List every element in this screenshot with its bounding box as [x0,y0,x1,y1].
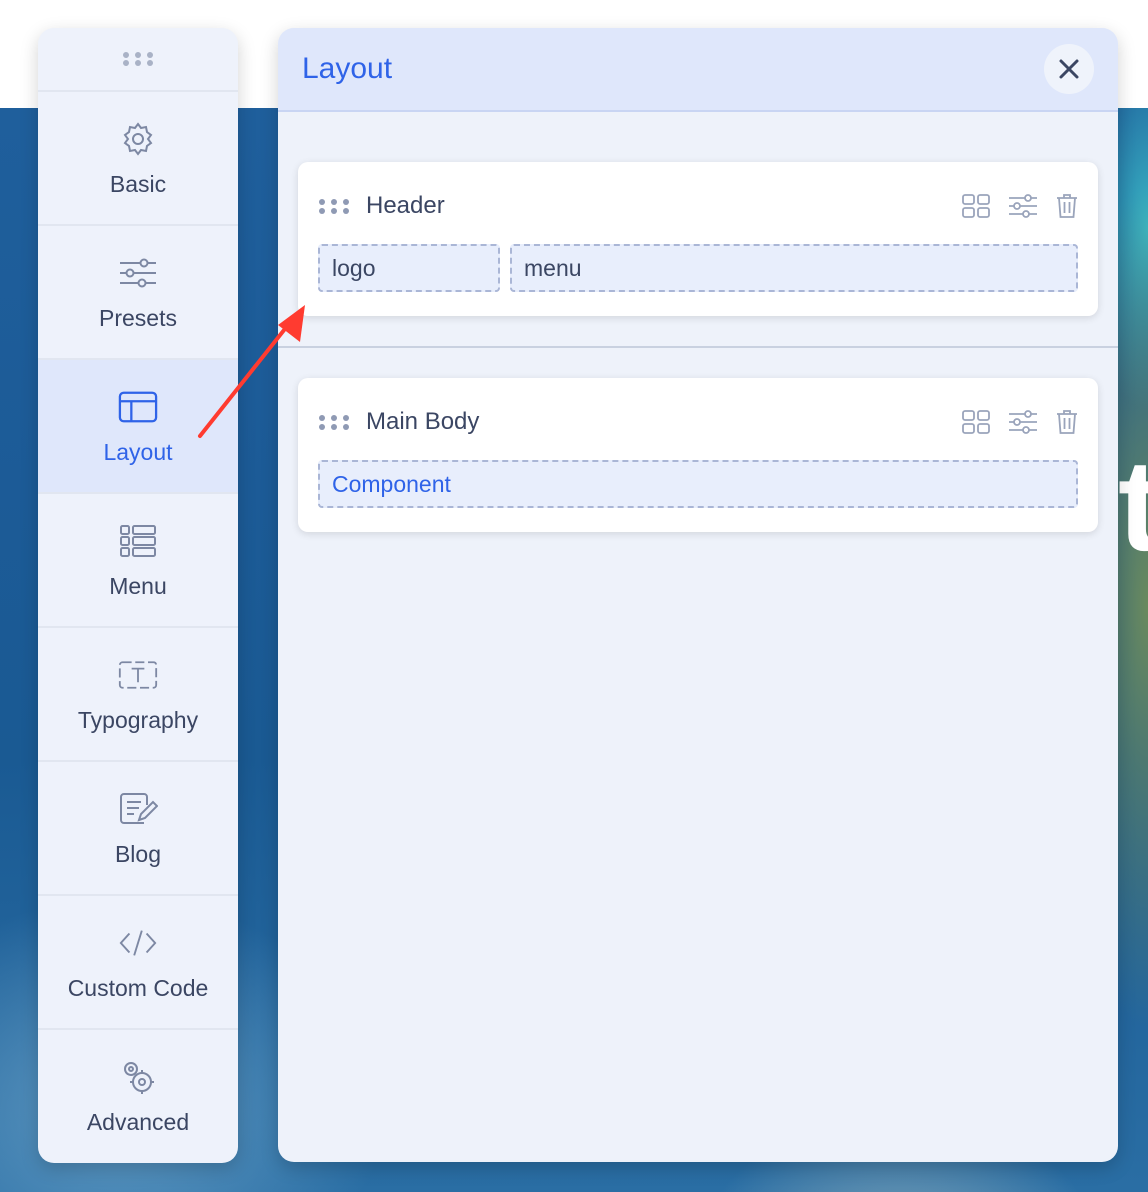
sidebar-item-blog[interactable]: Blog [38,762,238,896]
sidebar-item-label: Advanced [86,1108,190,1135]
section-divider [278,346,1118,348]
section-title: Main Body [366,408,480,435]
slot-menu[interactable]: menu [510,244,1078,292]
gear-icon [118,119,158,159]
sidebar-item-label: Menu [109,572,167,599]
panel-header: Layout [278,28,1118,112]
sidebar-item-presets[interactable]: Presets [38,226,238,360]
slot-label: menu [524,254,582,281]
panel-title: Layout [302,52,393,85]
code-icon [118,923,158,963]
slot-label: Component [332,470,451,497]
close-icon [1059,59,1079,79]
section-title: Header [366,192,445,219]
sidebar-item-custom-code[interactable]: Custom Code [38,896,238,1030]
sliders-icon [118,253,158,293]
trash-icon[interactable] [1056,193,1078,219]
slot-component[interactable]: Component [318,460,1078,508]
sidebar-item-label: Presets [99,304,177,331]
background-heading-fragment: t [1118,432,1148,578]
sidebar-item-label: Blog [114,840,162,867]
settings-sidebar: Basic Presets Layout Menu Typography Blo… [38,28,238,1163]
layout-section-main-body[interactable]: Main Body Component [298,378,1098,532]
sidebar-item-label: Typography [77,706,199,733]
grid-icon[interactable] [962,194,990,218]
text-icon [118,655,158,695]
grip-icon [123,52,153,66]
trash-icon[interactable] [1056,409,1078,435]
sidebar-item-label: Custom Code [67,974,209,1001]
sidebar-item-typography[interactable]: Typography [38,628,238,762]
sidebar-item-layout[interactable]: Layout [38,360,238,494]
sidebar-item-advanced[interactable]: Advanced [38,1030,238,1162]
layout-section-header[interactable]: Header logo menu [298,162,1098,316]
layout-icon [118,387,158,427]
drag-handle-icon[interactable] [318,198,350,214]
sidebar-item-menu[interactable]: Menu [38,494,238,628]
close-button[interactable] [1044,44,1094,94]
settings-sliders-icon[interactable] [1008,410,1038,434]
slot-label: logo [332,254,376,281]
sidebar-item-basic[interactable]: Basic [38,92,238,226]
layout-panel: Layout Header logo menu Main Body Compon… [278,28,1118,1162]
edit-document-icon [118,789,158,829]
settings-sliders-icon[interactable] [1008,194,1038,218]
list-icon [118,521,158,561]
drag-handle[interactable] [38,28,238,92]
sidebar-item-label: Layout [103,438,173,465]
sidebar-item-label: Basic [109,170,167,197]
slot-logo[interactable]: logo [318,244,500,292]
advanced-gears-icon [118,1057,158,1097]
drag-handle-icon[interactable] [318,414,350,430]
grid-icon[interactable] [962,410,990,434]
